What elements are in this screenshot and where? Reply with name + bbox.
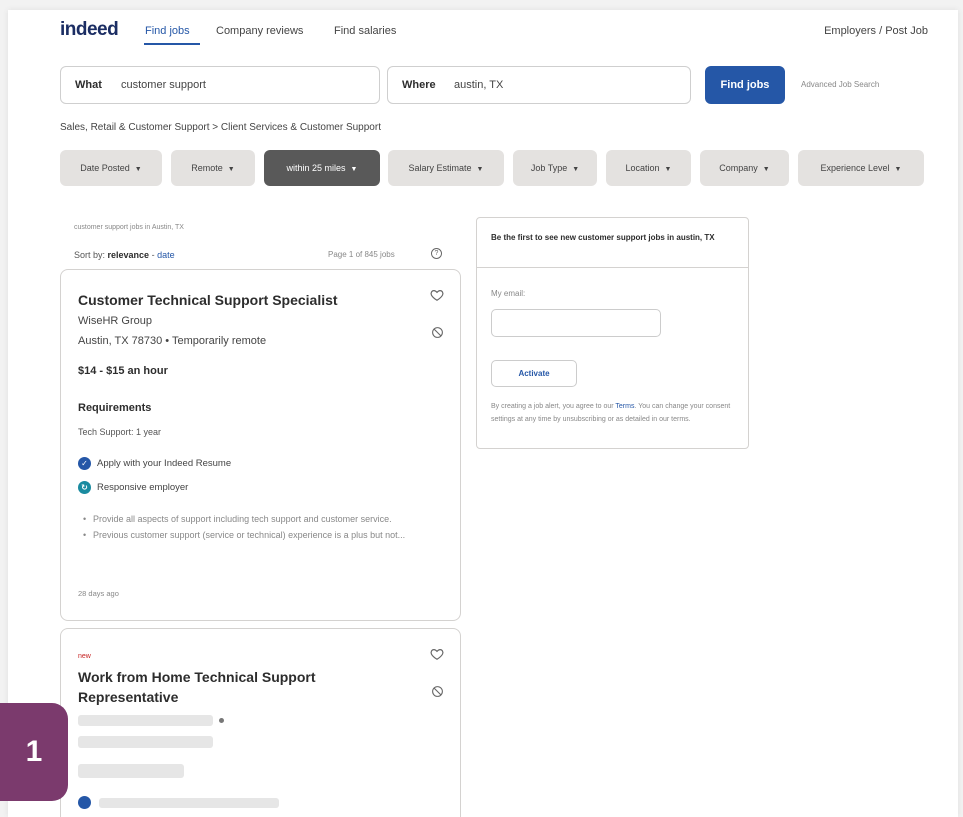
caret-down-icon: ▼ (664, 166, 672, 173)
job-salary: $14 - $15 an hour (78, 365, 168, 377)
check-icon: ✓ (78, 457, 91, 470)
filter-remote[interactable]: Remote ▼ (171, 150, 255, 186)
sort-separator: - (149, 250, 158, 260)
sort-date-link[interactable]: date (157, 250, 175, 260)
job-alert-disclaimer: By creating a job alert, you agree to ou… (491, 400, 731, 426)
save-heart-icon[interactable] (430, 647, 444, 661)
job-title[interactable]: Customer Technical Support Specialist (78, 290, 418, 310)
requirement-item: Tech Support: 1 year (78, 427, 162, 437)
caret-down-icon: ▼ (762, 166, 770, 173)
filter-date-posted[interactable]: Date Posted ▼ (60, 150, 162, 186)
blurred-salary (78, 764, 184, 778)
job-card[interactable]: Customer Technical Support Specialist Wi… (60, 269, 461, 621)
caret-down-icon: ▼ (350, 166, 358, 173)
new-tag: new (78, 653, 91, 660)
sort-relevance[interactable]: relevance (108, 250, 150, 260)
nav-find-jobs[interactable]: Find jobs (145, 25, 190, 37)
filter-salary-estimate[interactable]: Salary Estimate ▼ (388, 150, 504, 186)
where-label: Where (402, 79, 436, 91)
caret-down-icon: ▼ (227, 166, 235, 173)
requirements-heading: Requirements (78, 402, 152, 414)
not-interested-icon[interactable] (431, 685, 444, 698)
responsive-icon: ↻ (78, 481, 91, 494)
filter-label: Date Posted (80, 163, 130, 173)
email-field[interactable] (491, 309, 661, 337)
filter-label: Location (625, 163, 660, 173)
sort-by: Sort by: relevance - date (74, 250, 175, 260)
filter-label: Job Type (530, 163, 568, 173)
filter-distance[interactable]: within 25 miles ▼ (264, 150, 380, 186)
posted-date: 28 days ago (78, 589, 119, 598)
save-heart-icon[interactable] (430, 288, 444, 302)
indeed-logo[interactable]: indeed (60, 19, 119, 41)
activate-button[interactable]: Activate (491, 360, 577, 387)
job-location: Austin, TX 78730 • Temporarily remote (78, 335, 267, 347)
sort-prefix: Sort by: (74, 250, 106, 260)
what-label: What (75, 79, 102, 91)
breadcrumb[interactable]: Sales, Retail & Customer Support > Clien… (60, 122, 381, 133)
filter-label: within 25 miles (286, 163, 346, 173)
nav-find-salaries[interactable]: Find salaries (334, 25, 396, 37)
caret-down-icon: ▼ (134, 166, 142, 173)
advanced-search-link[interactable]: Advanced Job Search (801, 80, 879, 89)
caret-down-icon: ▼ (894, 166, 902, 173)
check-icon (78, 796, 91, 809)
what-input-value[interactable]: customer support (121, 79, 206, 91)
filter-label: Remote (191, 163, 223, 173)
blurred-badge-text (99, 798, 279, 808)
page-info: Page 1 of 845 jobs (328, 250, 395, 259)
what-search-field[interactable]: What customer support (60, 66, 380, 104)
job-alert-header: Be the first to see new customer support… (477, 218, 748, 268)
step-number-badge: 1 (0, 703, 68, 801)
filter-experience-level[interactable]: Experience Level ▼ (798, 150, 924, 186)
find-jobs-button[interactable]: Find jobs (705, 66, 785, 104)
company-name[interactable]: WiseHR Group (78, 315, 152, 327)
blurred-separator (219, 718, 224, 723)
terms-link[interactable]: Terms (615, 403, 634, 410)
job-title[interactable]: Work from Home Technical Support Represe… (78, 667, 378, 707)
job-alert-heading: Be the first to see new customer support… (491, 233, 715, 242)
filter-job-type[interactable]: Job Type ▼ (513, 150, 597, 186)
snippet-bullet: Provide all aspects of support including… (83, 512, 448, 526)
nav-company-reviews[interactable]: Company reviews (216, 25, 303, 37)
badge-text: Responsive employer (97, 482, 189, 493)
job-card[interactable]: new Work from Home Technical Support Rep… (60, 628, 461, 817)
snippet-bullet: Previous customer support (service or te… (83, 528, 448, 542)
where-search-field[interactable]: Where austin, TX (387, 66, 691, 104)
top-nav: indeed Find jobs Company reviews Find sa… (8, 10, 958, 54)
caret-down-icon: ▼ (476, 166, 484, 173)
help-icon[interactable]: ? (431, 248, 442, 259)
job-alert-panel: Be the first to see new customer support… (476, 217, 749, 449)
filter-label: Salary Estimate (408, 163, 472, 173)
email-label: My email: (491, 289, 526, 298)
filter-company[interactable]: Company ▼ (700, 150, 789, 186)
page: indeed Find jobs Company reviews Find sa… (8, 10, 958, 817)
filter-label: Company (719, 163, 758, 173)
caret-down-icon: ▼ (572, 166, 580, 173)
employers-post-job-link[interactable]: Employers / Post Job (824, 25, 928, 37)
disclaimer-text: By creating a job alert, you agree to ou… (491, 403, 616, 410)
job-snippet: Provide all aspects of support including… (83, 512, 448, 544)
nav-active-underline (144, 43, 200, 45)
blurred-company (78, 715, 213, 726)
not-interested-icon[interactable] (431, 326, 444, 339)
filter-label: Experience Level (820, 163, 890, 173)
blurred-location (78, 736, 213, 748)
results-heading: customer support jobs in Austin, TX (74, 224, 184, 231)
badge-text: Apply with your Indeed Resume (97, 458, 232, 469)
where-input-value[interactable]: austin, TX (454, 79, 503, 91)
filter-location[interactable]: Location ▼ (606, 150, 691, 186)
